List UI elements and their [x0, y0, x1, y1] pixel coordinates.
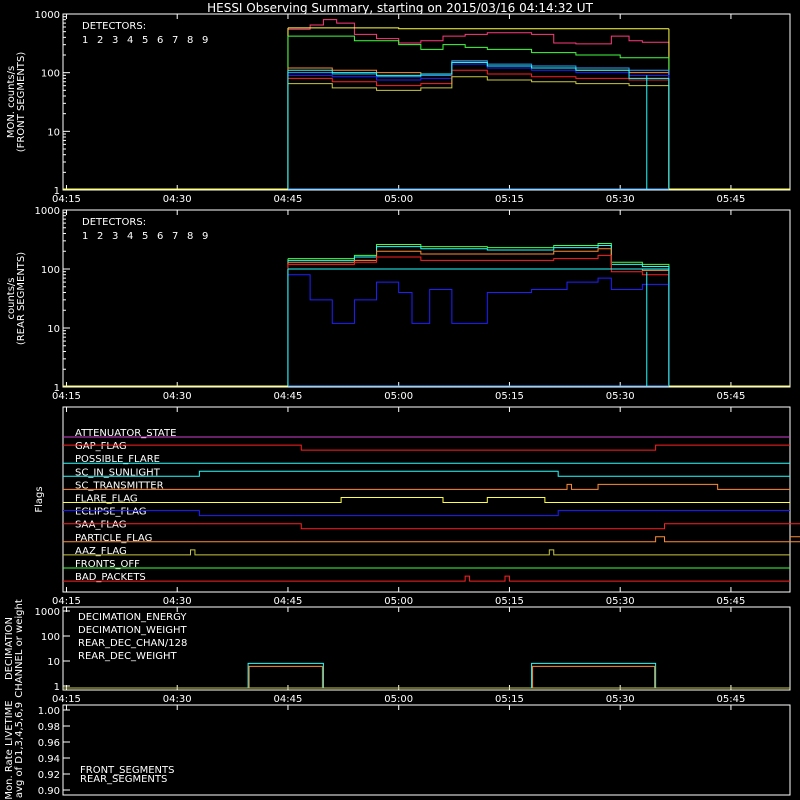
panel-front-legend-digit: 2 — [97, 35, 103, 46]
panel-front-x-tick-label: 04:30 — [163, 194, 192, 205]
flags-x-tick-label: 05:45 — [717, 596, 746, 607]
panel-rear-legend-digit: 4 — [127, 231, 133, 242]
livetime-y-tick-label: 0.98 — [38, 722, 60, 733]
panel-front-y-tick-label: 10 — [47, 127, 60, 138]
panel-front-y-tick-label: 1000 — [35, 10, 60, 21]
panel-front-x-tick-label: 05:15 — [495, 194, 524, 205]
decimation-segment — [247, 662, 324, 688]
panel-rear-y-tick-label: 1000 — [35, 206, 60, 217]
panel-rear-legend-digit: 2 — [97, 231, 103, 242]
flags-x-tick-label: 04:30 — [163, 596, 192, 607]
panel-rear-legend-digit: 8 — [187, 231, 193, 242]
decimation-legend-item: DECIMATION_ENERGY — [78, 612, 187, 623]
decimation-legend-item: DECIMATION_WEIGHT — [78, 625, 187, 636]
flag-line — [63, 510, 790, 517]
livetime-y-label: avg of D1,3,4,5,6,9 — [14, 702, 25, 798]
panel-rear-legend-digit: 3 — [112, 231, 118, 242]
panel-front-x-tick-label: 05:30 — [606, 194, 635, 205]
flag-label: ECLIPSE_FLAG — [75, 507, 146, 518]
decimation-legend-item: REAR_DEC_WEIGHT — [78, 651, 177, 662]
decimation-x-tick-label: 05:30 — [606, 694, 635, 705]
livetime-frame — [62, 704, 791, 796]
flag-line — [63, 536, 800, 543]
panel-rear-legend-digit: 6 — [157, 231, 163, 242]
panel-front-series-line — [287, 27, 669, 30]
panel-rear-series-line — [287, 274, 670, 324]
decimation-x-tick-label: 05:00 — [384, 694, 413, 705]
flags-x-tick-label: 05:15 — [495, 596, 524, 607]
panel-front-series-line — [287, 60, 670, 78]
decimation-segment — [532, 665, 656, 688]
panel-rear-legend-digit: 9 — [202, 231, 208, 242]
panel-rear-x-tick-label: 05:00 — [384, 391, 413, 402]
decimation-x-tick-label: 04:15 — [52, 694, 81, 705]
panel-front-legend-digit: 4 — [127, 35, 133, 46]
panel-front-x-tick-label: 04:45 — [274, 194, 303, 205]
panel-rear-x-tick-label: 05:15 — [495, 391, 524, 402]
flag-line — [63, 497, 790, 503]
decimation-y-tick-label: 1000 — [35, 607, 60, 618]
panel-rear-legend-title: DETECTORS: — [82, 217, 146, 228]
livetime-legend-item: REAR_SEGMENTS — [80, 774, 167, 785]
decimation-y-label: CHANNEL or weight — [14, 599, 25, 698]
flag-label: SAA_FLAG — [75, 520, 126, 531]
flags-x-tick-label: 05:30 — [606, 596, 635, 607]
panel-front-legend-digit: 5 — [142, 35, 148, 46]
flag-line — [63, 470, 790, 477]
flag-line — [63, 483, 790, 490]
flag-line — [63, 549, 790, 556]
flag-line — [63, 523, 800, 530]
hessi-summary: HESSI Observing Summary, starting on 201… — [0, 0, 800, 800]
panel-rear-y-label: (REAR SEGMENTS) — [16, 252, 27, 345]
flag-line — [63, 444, 790, 451]
panel-front-series-line — [287, 19, 670, 45]
decimation-segment — [531, 662, 657, 688]
panel-front-y-label: (FRONT SEGMENTS) — [16, 52, 27, 153]
decimation-y-tick-label: 100 — [41, 632, 60, 643]
panel-front-legend-digit: 3 — [112, 35, 118, 46]
panel-front-x-tick-label: 04:15 — [52, 194, 81, 205]
flags-x-tick-label: 05:00 — [384, 596, 413, 607]
decimation-x-tick-label: 05:15 — [495, 694, 524, 705]
panel-front-y-tick-label: 100 — [41, 69, 60, 80]
flag-label: GAP_FLAG — [75, 441, 127, 452]
panel-front-x-tick-label: 05:00 — [384, 194, 413, 205]
livetime-y-tick-label: 0.90 — [38, 786, 60, 797]
panel-front-legend-title: DETECTORS: — [82, 21, 146, 32]
decimation-legend-item: REAR_DEC_CHAN/128 — [78, 638, 187, 649]
decimation-y-tick-label: 10 — [47, 657, 60, 668]
livetime-y-tick-label: 1.00 — [38, 706, 60, 717]
panel-front-legend-digit: 1 — [82, 35, 88, 46]
panel-front-legend-digit: 7 — [172, 35, 178, 46]
panel-front-legend-digit: 6 — [157, 35, 163, 46]
panel-front-legend-digit: 9 — [202, 35, 208, 46]
panel-rear-x-tick-label: 05:45 — [717, 391, 746, 402]
flags-y-label: Flags — [34, 486, 45, 512]
decimation-segment — [248, 665, 323, 688]
decimation-x-tick-label: 05:45 — [717, 694, 746, 705]
panel-rear-y-tick-label: 10 — [47, 324, 60, 335]
livetime-y-tick-label: 0.92 — [38, 770, 60, 781]
panel-front-x-tick-label: 05:45 — [717, 194, 746, 205]
summary-plots: 110100100004:15 04:30 04:45 05:00 05:15 05:30… — [4, 10, 800, 800]
decimation-x-tick-label: 04:45 — [274, 694, 303, 705]
panel-front-legend-digit: 8 — [187, 35, 193, 46]
panel-rear-legend-digit: 7 — [172, 231, 178, 242]
flag-line — [63, 575, 790, 582]
panel-rear-legend-digit: 5 — [142, 231, 148, 242]
panel-rear-x-tick-label: 05:30 — [606, 391, 635, 402]
panel-rear-x-tick-label: 04:15 — [52, 391, 81, 402]
panel-rear-legend-digit: 1 — [82, 231, 88, 242]
panel-rear-y-tick-label: 100 — [41, 265, 60, 276]
livetime-y-tick-label: 0.94 — [38, 754, 60, 765]
flags-x-tick-label: 04:45 — [274, 596, 303, 607]
decimation-y-tick-label: 1 — [54, 682, 60, 693]
panel-rear-x-tick-label: 04:30 — [163, 391, 192, 402]
panel-rear-x-tick-label: 04:45 — [274, 391, 303, 402]
livetime-y-tick-label: 0.96 — [38, 738, 60, 749]
decimation-x-tick-label: 04:30 — [163, 694, 192, 705]
flags-x-tick-label: 04:15 — [52, 596, 81, 607]
